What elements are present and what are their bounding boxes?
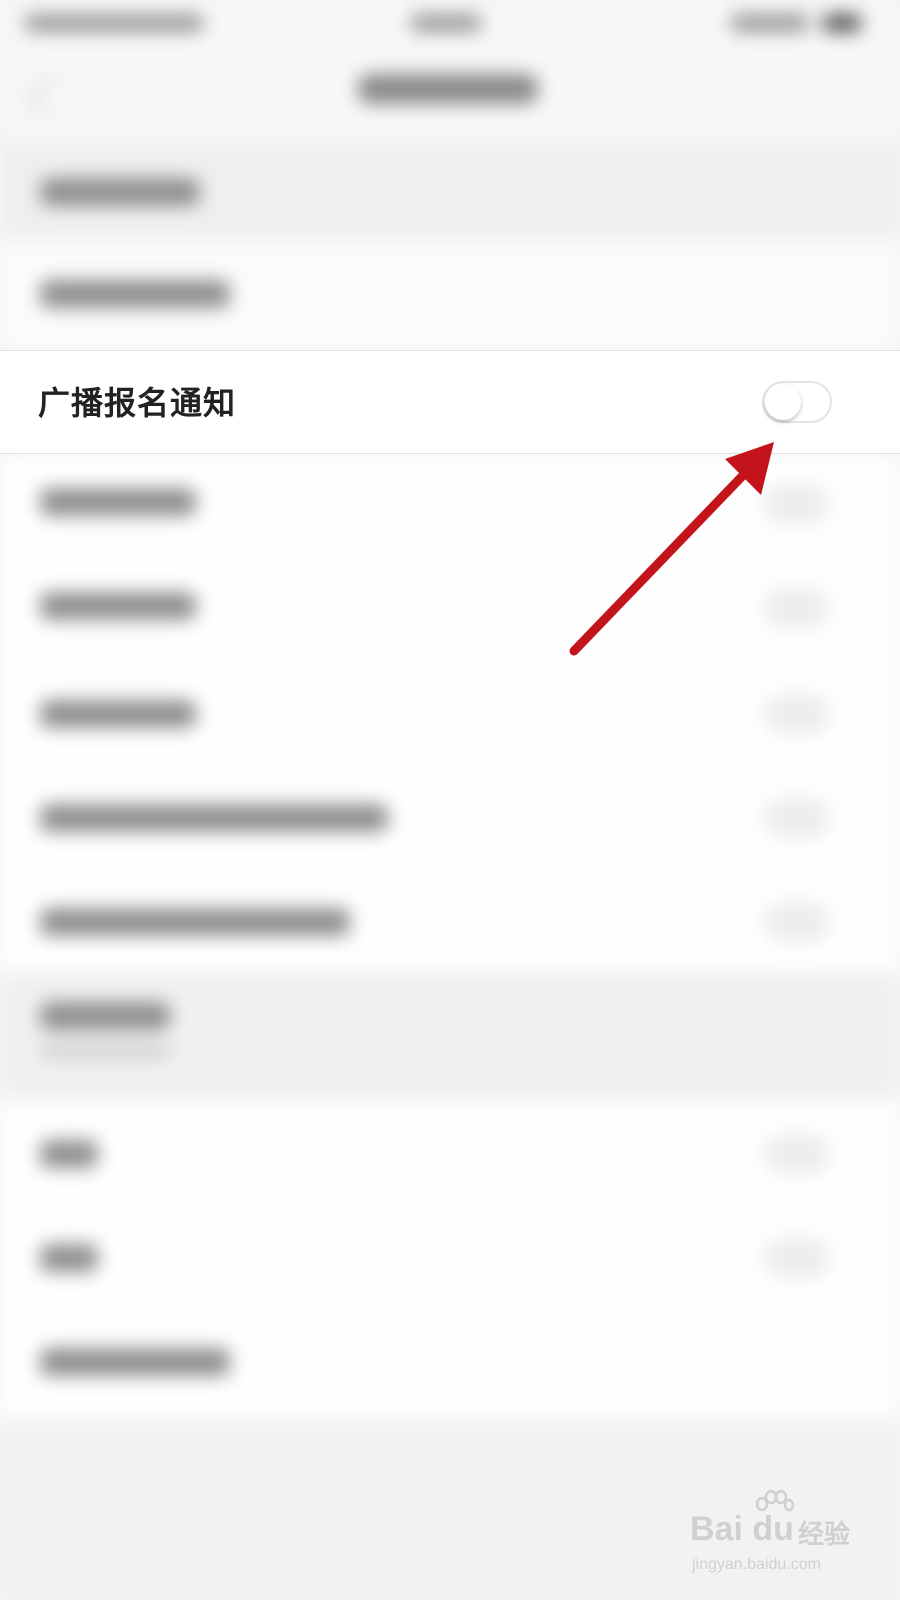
toggle-knob (765, 384, 801, 420)
toggle-switch[interactable] (764, 798, 830, 838)
page-title (358, 74, 538, 104)
section-sublabel-placeholder (40, 1044, 170, 1058)
status-carrier (24, 14, 204, 32)
row-label-placeholder (40, 592, 196, 620)
settings-row-broadcast-signup-notice[interactable]: 广播报名通知 (0, 350, 900, 454)
settings-row[interactable] (0, 660, 900, 764)
settings-row[interactable] (0, 764, 900, 868)
toggle-switch[interactable] (764, 1238, 830, 1278)
broadcast-signup-notice-toggle[interactable] (762, 381, 832, 423)
toggle-switch[interactable] (764, 484, 830, 524)
settings-row[interactable] (0, 240, 900, 350)
status-time (410, 14, 482, 32)
row-label-placeholder (40, 804, 388, 832)
row-label-placeholder (40, 1140, 98, 1168)
section-header (0, 140, 900, 240)
settings-row[interactable] (0, 1100, 900, 1204)
settings-row[interactable] (0, 1204, 900, 1308)
toggle-switch[interactable] (764, 694, 830, 734)
battery-icon (822, 14, 862, 32)
row-label-placeholder (40, 280, 230, 308)
blurred-background (0, 0, 900, 1600)
row-label: 广播报名通知 (38, 384, 237, 422)
row-label-placeholder (40, 908, 350, 936)
chevron-left-icon[interactable] (27, 74, 69, 116)
section-label-placeholder (40, 1002, 170, 1030)
row-label-placeholder (40, 700, 196, 728)
screen: 广播报名通知 Bai du 经验 jingyan.baidu.com (0, 0, 900, 1600)
settings-row[interactable] (0, 1308, 900, 1418)
toggle-switch[interactable] (764, 902, 830, 942)
watermark-url: jingyan.baidu.com (692, 1556, 821, 1573)
toggle-switch[interactable] (764, 1134, 830, 1174)
toggle-switch[interactable] (764, 588, 830, 628)
row-label-placeholder (40, 178, 200, 206)
settings-row[interactable] (0, 454, 900, 554)
watermark-brand: Bai du (690, 1510, 794, 1548)
settings-row[interactable] (0, 868, 900, 972)
settings-row[interactable] (0, 554, 900, 660)
watermark-brand-suffix: 经验 (798, 1520, 851, 1550)
status-indicators (730, 14, 810, 32)
row-label-placeholder (40, 488, 196, 516)
row-label-placeholder (40, 1244, 98, 1272)
row-label-placeholder (40, 1348, 230, 1376)
baidu-jingyan-watermark: Bai du 经验 jingyan.baidu.com (690, 1490, 860, 1578)
nav-bar (0, 50, 900, 140)
status-bar (0, 0, 900, 50)
section-header (0, 972, 900, 1100)
